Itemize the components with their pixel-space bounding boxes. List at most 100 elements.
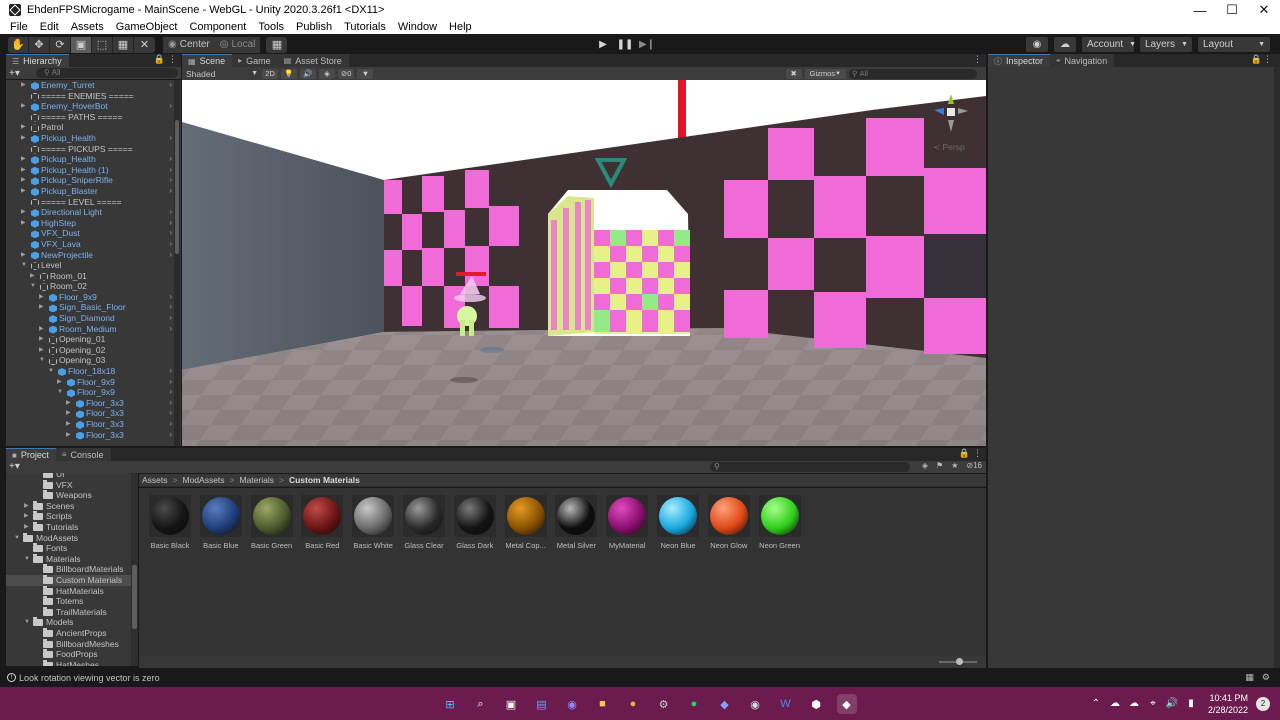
task-view-icon[interactable]: ▣ (501, 694, 521, 714)
pivot-mode-button[interactable]: ◉ Center (163, 36, 215, 53)
hierarchy-item[interactable]: ▶ NewProjectile › (6, 250, 174, 261)
open-prefab-arrow-icon[interactable]: › (169, 133, 172, 144)
expanded-arrow-icon[interactable]: ▼ (21, 260, 27, 271)
projection-label[interactable]: ≺ Persp (933, 142, 965, 153)
hierarchy-item[interactable]: Sign_Diamond › (6, 313, 174, 324)
open-prefab-arrow-icon[interactable]: › (169, 408, 172, 419)
open-prefab-arrow-icon[interactable]: › (169, 377, 172, 388)
menu-component[interactable]: Component (183, 21, 252, 33)
word-icon[interactable]: W (776, 694, 796, 714)
open-prefab-arrow-icon[interactable]: › (169, 313, 172, 324)
favorites-icon[interactable]: ★ (951, 461, 958, 470)
material-asset[interactable]: Basic Black (146, 495, 194, 550)
windows-start-icon[interactable]: ⊞ (440, 694, 460, 714)
collapsed-arrow-icon[interactable]: ▶ (39, 345, 44, 356)
folder-tree-item[interactable]: FoodProps (6, 649, 138, 660)
menu-assets[interactable]: Assets (65, 21, 110, 33)
expanded-arrow-icon[interactable]: ▼ (24, 554, 30, 565)
folder-tree-item[interactable]: BillboardMeshes (6, 638, 138, 650)
project-tree-scroll-thumb[interactable] (132, 565, 137, 629)
expanded-arrow-icon[interactable]: ▼ (39, 355, 45, 366)
material-asset[interactable]: Glass Dark (451, 495, 499, 550)
open-prefab-arrow-icon[interactable]: › (169, 419, 172, 430)
clock[interactable]: 10:41 PM 2/28/2022 (1208, 692, 1248, 716)
move-tool-icon[interactable]: ✥ (29, 36, 50, 53)
hierarchy-item[interactable]: VFX_Lava › (6, 239, 174, 250)
breadcrumb-item[interactable]: ModAssets (182, 475, 224, 485)
hierarchy-item[interactable]: ▶ Room_01 (6, 271, 174, 282)
tab-asset-store[interactable]: ▤ Asset Store (277, 54, 349, 67)
expanded-arrow-icon[interactable]: ▼ (48, 366, 54, 377)
collapsed-arrow-icon[interactable]: ▶ (21, 165, 26, 176)
auto-generate-lighting-icon[interactable]: ⚙ (1262, 672, 1270, 683)
open-prefab-arrow-icon[interactable]: › (169, 398, 172, 409)
tab-inspector[interactable]: ⓘ Inspector (988, 54, 1051, 67)
tab-navigation[interactable]: ⌖ Navigation (1050, 54, 1115, 67)
onedrive-icon[interactable]: ☁ (1107, 698, 1123, 709)
breadcrumb-item[interactable]: Materials (240, 475, 274, 485)
collapsed-arrow-icon[interactable]: ▶ (39, 302, 44, 313)
2d-toggle[interactable]: 2D (262, 68, 278, 79)
material-asset[interactable]: Basic White (349, 495, 397, 550)
cloud-sync-icon[interactable]: ☁ (1126, 698, 1142, 709)
folder-tree-item[interactable]: HatMeshes (6, 659, 138, 666)
open-prefab-arrow-icon[interactable]: › (169, 250, 172, 261)
hierarchy-item[interactable]: ▶ Floor_3x3 › (6, 398, 174, 409)
expanded-arrow-icon[interactable]: ▼ (57, 387, 63, 398)
hierarchy-item[interactable]: ▼ Floor_18x18 › (6, 366, 174, 377)
hierarchy-item[interactable]: ▶ Pickup_Health › (6, 133, 174, 144)
hierarchy-item[interactable]: ▶ Opening_02 (6, 345, 174, 356)
material-asset[interactable]: Metal Cop... (502, 495, 550, 550)
lighting-toggle-icon[interactable]: 💡 (281, 68, 297, 79)
hierarchy-item[interactable]: ▶ Pickup_SniperRifle › (6, 175, 174, 186)
menu-tutorials[interactable]: Tutorials (338, 21, 392, 33)
open-prefab-arrow-icon[interactable]: › (169, 430, 172, 441)
hierarchy-item[interactable]: ▶ Enemy_Turret › (6, 80, 174, 91)
hierarchy-item[interactable]: ▶ Pickup_Health › (6, 154, 174, 165)
widgets-icon[interactable]: ▤ (532, 694, 552, 714)
folder-tree-item[interactable]: VFX (6, 479, 138, 491)
open-prefab-arrow-icon[interactable]: › (169, 175, 172, 186)
hierarchy-item[interactable]: ▼ Room_02 (6, 281, 174, 292)
breadcrumb-item[interactable]: Custom Materials (289, 475, 360, 485)
tab-game[interactable]: ▸ Game (232, 54, 278, 67)
menu-gameobject[interactable]: GameObject (110, 21, 184, 33)
hierarchy-item[interactable]: ▶ Enemy_HoverBot › (6, 101, 174, 112)
hierarchy-item[interactable]: ▶ Floor_3x3 › (6, 430, 174, 441)
menu-tools[interactable]: Tools (252, 21, 290, 33)
collapsed-arrow-icon[interactable]: ▶ (66, 398, 71, 409)
open-prefab-arrow-icon[interactable]: › (169, 186, 172, 197)
collapsed-arrow-icon[interactable]: ▶ (21, 80, 26, 91)
hierarchy-item[interactable]: ===== PATHS ===== (6, 112, 174, 123)
more-menu-icon[interactable]: ⋮ (168, 54, 177, 65)
material-asset[interactable]: Neon Green (756, 495, 804, 550)
hierarchy-item[interactable]: ▶ Room_Medium › (6, 324, 174, 335)
open-prefab-arrow-icon[interactable]: › (169, 218, 172, 229)
steam-icon[interactable]: ◉ (745, 694, 765, 714)
hierarchy-item[interactable]: ▼ Floor_9x9 › (6, 387, 174, 398)
folder-tree-item[interactable]: HatMaterials (6, 585, 138, 597)
chrome-icon[interactable]: ● (623, 694, 643, 714)
volume-icon[interactable]: 🔊 (1164, 698, 1180, 709)
lock-icon[interactable]: 🔒 (154, 54, 165, 65)
pause-icon[interactable]: ❚❚ (614, 36, 636, 53)
account-dropdown[interactable]: Account ▼ (1082, 37, 1136, 52)
more-menu-icon[interactable]: ⋮ (973, 54, 982, 65)
folder-tree-item[interactable]: TrailMaterials (6, 606, 138, 618)
expanded-arrow-icon[interactable]: ▼ (14, 533, 20, 544)
material-asset[interactable]: Glass Clear (400, 495, 448, 550)
menu-publish[interactable]: Publish (290, 21, 338, 33)
step-icon[interactable]: ▶❙ (636, 36, 658, 53)
hierarchy-scrollbar[interactable] (174, 80, 180, 446)
search-icon[interactable]: ⌕ (471, 694, 491, 714)
hidden-packages-toggle[interactable]: ⊘16 (966, 461, 982, 470)
create-asset-button[interactable]: +▾ (9, 461, 20, 472)
expanded-arrow-icon[interactable]: ▼ (30, 281, 36, 292)
inspector-scrollbar[interactable] (1274, 67, 1280, 668)
layout-dropdown[interactable]: Layout ▼ (1198, 37, 1270, 52)
folder-tree-item[interactable]: ▶ Scripts (6, 511, 138, 522)
open-prefab-arrow-icon[interactable]: › (169, 302, 172, 313)
material-asset[interactable]: Neon Blue (654, 495, 702, 550)
open-prefab-arrow-icon[interactable]: › (169, 228, 172, 239)
unity-hub-icon[interactable]: ⬢ (806, 694, 826, 714)
